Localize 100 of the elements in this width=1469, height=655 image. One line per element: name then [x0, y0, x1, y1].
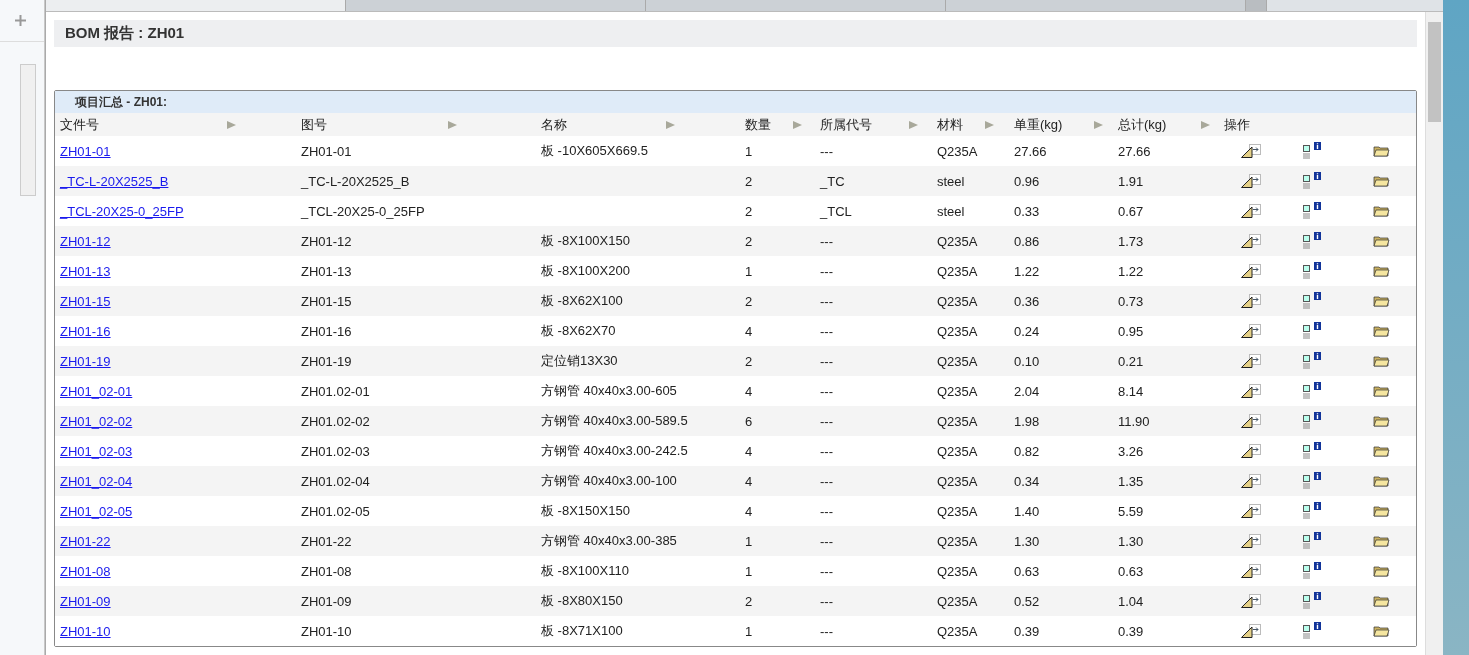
column-header[interactable]: 名称	[541, 115, 666, 134]
file-link[interactable]: _TCL-20X25-0_25FP	[60, 203, 184, 219]
info-icon[interactable]	[1303, 592, 1323, 610]
measure-icon[interactable]	[1241, 264, 1261, 278]
file-link[interactable]: ZH01-09	[60, 593, 111, 609]
file-link[interactable]: ZH01_02-05	[60, 503, 133, 519]
info-icon[interactable]	[1303, 472, 1323, 490]
measure-icon[interactable]	[1241, 174, 1261, 188]
info-icon[interactable]	[1303, 382, 1323, 400]
file-link[interactable]: ZH01-10	[60, 623, 111, 639]
measure-icon[interactable]	[1241, 534, 1261, 548]
info-icon[interactable]	[1303, 502, 1323, 520]
info-icon[interactable]	[1303, 442, 1323, 460]
measure-icon[interactable]	[1241, 624, 1261, 638]
file-link[interactable]: ZH01_02-01	[60, 383, 133, 399]
table-cell: ZH01.02-02	[301, 413, 370, 429]
table-cell: 方钢管 40x40x3.00-385	[541, 532, 677, 550]
folder-icon[interactable]	[1373, 264, 1390, 278]
file-link[interactable]: ZH01_02-03	[60, 443, 133, 459]
measure-icon[interactable]	[1241, 144, 1261, 158]
measure-icon[interactable]	[1241, 474, 1261, 488]
folder-icon[interactable]	[1373, 624, 1390, 638]
folder-icon[interactable]	[1373, 564, 1390, 578]
file-link[interactable]: _TC-L-20X2525_B	[60, 173, 169, 189]
column-header[interactable]: 所属代号	[820, 115, 909, 134]
folder-icon[interactable]	[1373, 474, 1390, 488]
measure-icon[interactable]	[1241, 234, 1261, 248]
measure-icon[interactable]	[1241, 324, 1261, 338]
measure-icon[interactable]	[1241, 444, 1261, 458]
file-link[interactable]: ZH01-22	[60, 533, 111, 549]
measure-icon[interactable]	[1241, 594, 1261, 608]
measure-icon[interactable]	[1241, 564, 1261, 578]
folder-icon[interactable]	[1373, 294, 1390, 308]
column-header[interactable]: 总计(kg)	[1118, 115, 1201, 134]
folder-icon[interactable]	[1373, 414, 1390, 428]
file-link[interactable]: ZH01_02-02	[60, 413, 133, 429]
table-cell: Q235A	[937, 263, 978, 279]
measure-icon[interactable]	[1241, 384, 1261, 398]
table-cell: 0.39	[1014, 623, 1040, 639]
file-link[interactable]: ZH01_02-04	[60, 473, 133, 489]
measure-icon[interactable]	[1241, 354, 1261, 368]
table-cell: 0.10	[1014, 353, 1040, 369]
file-link[interactable]: ZH01-19	[60, 353, 111, 369]
table-cell: ZH01-22	[301, 533, 352, 549]
column-header[interactable]: 单重(kg)	[1014, 115, 1094, 134]
info-icon[interactable]	[1303, 172, 1323, 190]
table-cell: 1.40	[1014, 503, 1040, 519]
table-cell: 1.30	[1118, 533, 1144, 549]
column-header[interactable]: 文件号	[60, 115, 227, 134]
measure-icon[interactable]	[1241, 504, 1261, 518]
file-link[interactable]: ZH01-08	[60, 563, 111, 579]
table-cell: 8.14	[1118, 383, 1144, 399]
folder-icon[interactable]	[1373, 324, 1390, 338]
info-icon[interactable]	[1303, 322, 1323, 340]
table-cell: ---	[820, 593, 833, 609]
measure-icon[interactable]	[1241, 414, 1261, 428]
column-header[interactable]: 数量	[745, 115, 793, 134]
file-link[interactable]: ZH01-01	[60, 143, 111, 159]
table-cell: 2	[745, 353, 753, 369]
info-icon[interactable]	[1303, 292, 1323, 310]
table-cell: 0.33	[1014, 203, 1040, 219]
folder-icon[interactable]	[1373, 534, 1390, 548]
section-title: 项目汇总 - ZH01:	[75, 95, 167, 109]
scrollbar[interactable]	[1425, 12, 1443, 655]
scrollbar[interactable]	[20, 64, 36, 196]
table-cell: Q235A	[937, 563, 978, 579]
folder-icon[interactable]	[1373, 144, 1390, 158]
table-cell: 27.66	[1118, 143, 1151, 159]
table-cell: steel	[937, 173, 965, 189]
folder-icon[interactable]	[1373, 204, 1390, 218]
info-icon[interactable]	[1303, 202, 1323, 220]
column-header[interactable]: 操作	[1224, 115, 1250, 134]
column-header[interactable]: 材料	[937, 115, 985, 134]
folder-icon[interactable]	[1373, 594, 1390, 608]
table-cell: 板 -8X100X110	[541, 562, 629, 580]
file-link[interactable]: ZH01-15	[60, 293, 111, 309]
folder-icon[interactable]	[1373, 384, 1390, 398]
table-cell: ---	[820, 503, 833, 519]
file-link[interactable]: ZH01-13	[60, 263, 111, 279]
folder-icon[interactable]	[1373, 234, 1390, 248]
info-icon[interactable]	[1303, 352, 1323, 370]
info-icon[interactable]	[1303, 562, 1323, 580]
table-cell: 1.73	[1118, 233, 1144, 249]
file-link[interactable]: ZH01-12	[60, 233, 111, 249]
folder-icon[interactable]	[1373, 354, 1390, 368]
folder-icon[interactable]	[1373, 444, 1390, 458]
info-icon[interactable]	[1303, 142, 1323, 160]
info-icon[interactable]	[1303, 232, 1323, 250]
info-icon[interactable]	[1303, 262, 1323, 280]
measure-icon[interactable]	[1241, 204, 1261, 218]
column-header[interactable]: 图号	[301, 115, 448, 134]
folder-icon[interactable]	[1373, 174, 1390, 188]
measure-icon[interactable]	[1241, 294, 1261, 308]
table-cell: Q235A	[937, 143, 978, 159]
info-icon[interactable]	[1303, 622, 1323, 640]
add-icon[interactable]	[15, 15, 26, 26]
info-icon[interactable]	[1303, 532, 1323, 550]
info-icon[interactable]	[1303, 412, 1323, 430]
file-link[interactable]: ZH01-16	[60, 323, 111, 339]
folder-icon[interactable]	[1373, 504, 1390, 518]
